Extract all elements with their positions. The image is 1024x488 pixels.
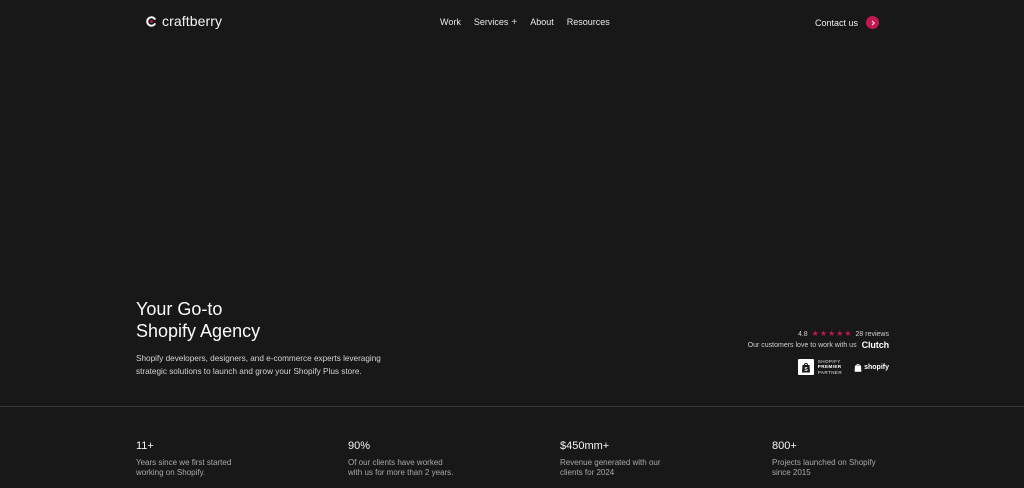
shopify-bag-icon: S bbox=[797, 359, 814, 376]
shopify-premier-partner-badge: S SHOPIFY PREMIER PARTNER bbox=[797, 359, 842, 376]
hero-title: Your Go-to Shopify Agency bbox=[136, 298, 260, 342]
stat-value: 90% bbox=[348, 440, 371, 452]
shopify-bag-icon bbox=[854, 363, 862, 372]
logo[interactable]: craftberry bbox=[146, 13, 222, 29]
stat-description-line: since 2015 bbox=[772, 468, 811, 477]
contact-us-button[interactable]: Contact us bbox=[815, 16, 880, 29]
logo-text: craftberry bbox=[162, 13, 223, 29]
stat-description-line: Projects launched on Shopify bbox=[772, 458, 876, 467]
stat-description: Revenue generated with our clients for 2… bbox=[560, 458, 720, 478]
premier-text: SHOPIFY PREMIER PARTNER bbox=[818, 359, 842, 375]
nav-item-label: Services bbox=[473, 17, 509, 27]
stat-value: $450mm+ bbox=[560, 440, 610, 452]
stat-description-line: working on Shopify. bbox=[136, 468, 206, 477]
hero-title-line: Your Go-to bbox=[136, 299, 223, 319]
nav-item-label: Work bbox=[440, 17, 461, 27]
nav-item-label: Resources bbox=[566, 17, 610, 27]
star-icon: ★ bbox=[844, 329, 852, 338]
craftberry-logo-icon bbox=[146, 15, 156, 27]
shopify-wordmark: shopify bbox=[864, 363, 889, 371]
stat-retention: 90% Of our clients have worked with us f… bbox=[348, 439, 508, 478]
star-icon: ★ bbox=[836, 329, 844, 338]
hero-description-line: strategic solutions to launch and grow y… bbox=[136, 367, 362, 376]
stat-description: Of our clients have worked with us for m… bbox=[348, 458, 508, 478]
stat-years: 11+ Years since we first started working… bbox=[136, 439, 296, 478]
nav-item-label: About bbox=[530, 17, 554, 27]
stat-value: 11+ bbox=[136, 440, 154, 452]
nav-item-resources[interactable]: Resources bbox=[567, 17, 610, 27]
rating-score: 4.8 bbox=[797, 330, 808, 338]
plus-icon: + bbox=[511, 16, 518, 28]
hero-description: Shopify developers, designers, and e-com… bbox=[136, 352, 426, 378]
rating-summary[interactable]: 4.8 ★ ★ ★ ★ ★ 28 reviews bbox=[798, 330, 889, 338]
stat-value: 800+ bbox=[772, 440, 797, 452]
section-divider bbox=[0, 406, 1024, 407]
clutch-row[interactable]: Our customers love to work with us Clutc… bbox=[748, 340, 889, 350]
premier-line: PARTNER bbox=[817, 369, 843, 375]
star-icon: ★ bbox=[819, 329, 828, 338]
nav-item-work[interactable]: Work bbox=[440, 17, 461, 27]
stat-description-line: Of our clients have worked bbox=[348, 458, 443, 467]
star-icon: ★ bbox=[828, 329, 836, 338]
arrow-right-icon bbox=[866, 16, 880, 29]
rating-tagline: Our customers love to work with us bbox=[747, 341, 857, 349]
review-count: 28 reviews bbox=[855, 330, 889, 338]
contact-us-label: Contact us bbox=[815, 17, 859, 28]
nav-item-about[interactable]: About bbox=[530, 17, 554, 27]
rating-stars: ★ ★ ★ ★ ★ bbox=[812, 330, 852, 338]
stat-description: Years since we first started working on … bbox=[136, 458, 296, 478]
stat-description-line: Years since we first started bbox=[136, 458, 232, 467]
site-header: craftberry Work Services + About Resourc… bbox=[0, 0, 1024, 46]
stat-projects: 800+ Projects launched on Shopify since … bbox=[772, 439, 932, 478]
main-nav: Work Services + About Resources bbox=[440, 17, 610, 27]
stat-revenue: $450mm+ Revenue generated with our clien… bbox=[560, 439, 720, 478]
nav-item-services[interactable]: Services + bbox=[474, 17, 517, 27]
stat-description-line: clients for 2024 bbox=[560, 468, 615, 477]
stat-description-line: Revenue generated with our bbox=[560, 458, 661, 467]
hero-description-line: Shopify developers, designers, and e-com… bbox=[136, 354, 381, 363]
partner-badges: S SHOPIFY PREMIER PARTNER shopify bbox=[797, 359, 889, 376]
stat-description-line: with us for more than 2 years. bbox=[348, 468, 454, 477]
hero-title-line: Shopify Agency bbox=[136, 321, 261, 341]
clutch-logo: Clutch bbox=[861, 340, 890, 350]
stat-description: Projects launched on Shopify since 2015 bbox=[772, 458, 932, 478]
shopify-logo: shopify bbox=[854, 363, 889, 372]
star-icon: ★ bbox=[811, 329, 819, 338]
